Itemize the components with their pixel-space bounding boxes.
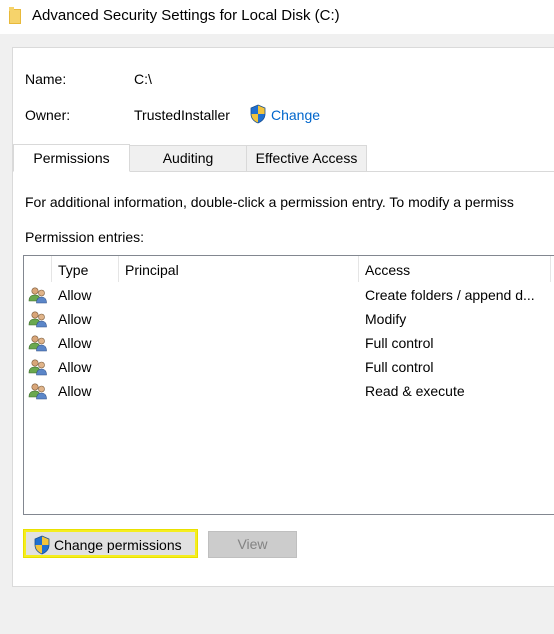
cell-access: Modify — [365, 311, 407, 327]
tab-effective-access[interactable]: Effective Access — [246, 145, 367, 172]
uac-shield-icon — [34, 535, 50, 555]
tab-permissions[interactable]: Permissions — [13, 144, 130, 172]
users-icon — [28, 311, 47, 328]
change-owner-link[interactable]: Change — [271, 107, 320, 123]
cell-type: Allow — [58, 335, 92, 351]
permission-entries-label: Permission entries: — [25, 229, 145, 245]
name-value: C:\ — [134, 71, 152, 87]
cell-type: Allow — [58, 311, 92, 327]
users-icon — [28, 287, 47, 304]
owner-value: TrustedInstaller — [134, 107, 230, 123]
window-title: Advanced Security Settings for Local Dis… — [32, 7, 340, 24]
cell-type: Allow — [58, 287, 92, 303]
name-label: Name: — [25, 71, 67, 87]
column-header-principal[interactable]: Principal — [125, 262, 179, 278]
table-row[interactable]: Allow Full control — [24, 331, 554, 355]
column-divider — [358, 256, 359, 282]
cell-type: Allow — [58, 383, 92, 399]
folder-icon — [9, 7, 21, 24]
info-text: For additional information, double-click… — [25, 194, 514, 210]
table-row[interactable]: Allow Full control — [24, 355, 554, 379]
users-icon — [28, 359, 47, 376]
tab-auditing[interactable]: Auditing — [129, 145, 247, 172]
change-permissions-button[interactable]: Change permissions — [23, 529, 198, 558]
column-divider — [51, 256, 52, 282]
column-divider — [550, 256, 551, 282]
change-permissions-label: Change permissions — [54, 537, 182, 553]
table-row[interactable]: Allow Read & execute — [24, 379, 554, 403]
view-button[interactable]: View — [208, 531, 297, 558]
cell-access: Full control — [365, 359, 434, 375]
cell-access: Read & execute — [365, 383, 465, 399]
table-row[interactable]: Allow Create folders / append d... — [24, 283, 554, 307]
uac-shield-icon — [250, 104, 266, 124]
title-bar: Advanced Security Settings for Local Dis… — [0, 0, 554, 34]
column-header-type[interactable]: Type — [58, 262, 88, 278]
users-icon — [28, 335, 47, 352]
owner-label: Owner: — [25, 107, 71, 123]
cell-access: Create folders / append d... — [365, 287, 535, 303]
cell-access: Full control — [365, 335, 434, 351]
permission-entries-list[interactable]: Type Principal Access Allow Create folde… — [23, 255, 554, 515]
column-divider — [118, 256, 119, 282]
column-header-access[interactable]: Access — [365, 262, 410, 278]
table-row[interactable]: Allow Modify — [24, 307, 554, 331]
cell-type: Allow — [58, 359, 92, 375]
list-header: Type Principal Access — [24, 256, 554, 282]
users-icon — [28, 383, 47, 400]
